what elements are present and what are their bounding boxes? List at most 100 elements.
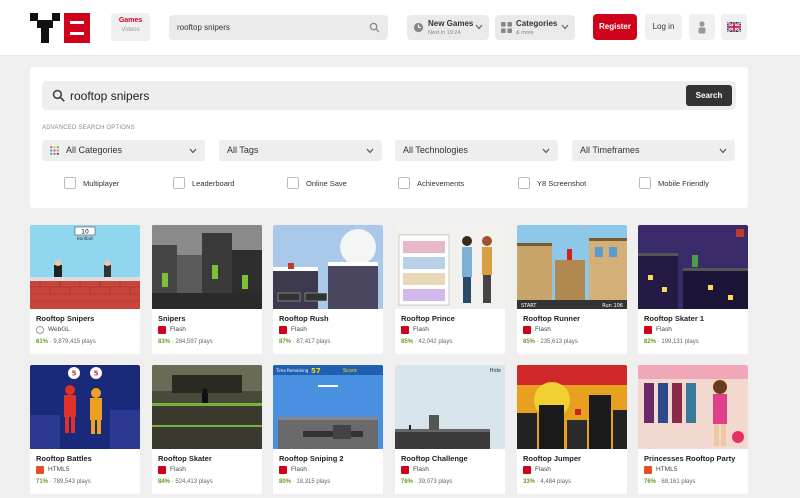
checkbox-box[interactable] bbox=[173, 177, 185, 189]
y8-logo[interactable] bbox=[30, 13, 92, 43]
game-card[interactable]: Snipers Flash 83% · 284,597 plays bbox=[152, 225, 262, 354]
game-card[interactable]: Rooftop Prince Flash 85% · 42,042 plays bbox=[395, 225, 505, 354]
flash-icon bbox=[401, 326, 409, 334]
webgl-icon bbox=[36, 326, 44, 334]
thumb-tag-text: Hide bbox=[490, 368, 501, 374]
game-title[interactable]: Rooftop Rush bbox=[279, 314, 329, 323]
game-card[interactable]: Time Remaining 57 Score Rooftop Sniping … bbox=[273, 365, 383, 494]
category-filter-dropdown[interactable]: All Categories bbox=[42, 140, 205, 161]
chevron-down-icon bbox=[366, 148, 374, 154]
play-count: 4,484 plays bbox=[540, 479, 572, 485]
technology-label: HTML5 bbox=[656, 466, 678, 473]
play-count: 39,073 plays bbox=[418, 479, 453, 485]
game-card[interactable]: Rooftop Skater 1 Flash 82% · 199,131 pla… bbox=[638, 225, 748, 354]
game-title[interactable]: Rooftop Snipers bbox=[36, 314, 94, 323]
timeframe-filter-label: All Timeframes bbox=[580, 145, 640, 155]
thumb-score-a: 5 bbox=[72, 370, 77, 378]
technology-label: Flash bbox=[656, 326, 672, 333]
game-thumbnail[interactable] bbox=[152, 365, 262, 449]
game-title[interactable]: Rooftop Sniping 2 bbox=[279, 454, 344, 463]
game-thumbnail[interactable] bbox=[273, 225, 383, 309]
mobile-friendly-label[interactable]: Mobile Friendly bbox=[658, 179, 709, 188]
rating: 81% bbox=[36, 339, 49, 345]
games-videos-toggle[interactable]: Games Videos bbox=[111, 13, 150, 41]
flash-icon bbox=[279, 466, 287, 474]
header-search-box[interactable] bbox=[169, 15, 388, 40]
game-card[interactable]: Rooftop Jumper Flash 33% · 4,484 plays bbox=[517, 365, 627, 494]
profile-button[interactable] bbox=[689, 14, 715, 40]
play-count: 87,417 plays bbox=[296, 339, 331, 345]
game-card[interactable]: Rooftop Skater Flash 84% · 524,413 plays bbox=[152, 365, 262, 494]
search-button[interactable]: Search bbox=[686, 85, 732, 106]
play-count: 42,042 plays bbox=[418, 339, 453, 345]
online-save-label[interactable]: Online Save bbox=[306, 179, 347, 188]
leaderboard-label[interactable]: Leaderboard bbox=[192, 179, 235, 188]
search-icon bbox=[52, 89, 65, 102]
play-count: 18,315 plays bbox=[296, 479, 331, 485]
timeframe-filter-dropdown[interactable]: All Timeframes bbox=[572, 140, 735, 161]
checkbox-box[interactable] bbox=[518, 177, 530, 189]
language-button[interactable] bbox=[721, 14, 747, 40]
main-search-input[interactable] bbox=[70, 87, 630, 105]
game-thumbnail[interactable]: Time Remaining 57 Score bbox=[273, 365, 383, 449]
game-card[interactable]: Princesses Rooftop Party HTML5 76% · 68,… bbox=[638, 365, 748, 494]
login-button[interactable]: Log in bbox=[645, 14, 682, 40]
tag-filter-dropdown[interactable]: All Tags bbox=[219, 140, 382, 161]
chevron-down-icon bbox=[189, 148, 197, 154]
game-stats: 84% · 524,413 plays bbox=[158, 479, 213, 485]
category-filter-label: All Categories bbox=[66, 145, 123, 155]
game-title[interactable]: Rooftop Challenge bbox=[401, 454, 468, 463]
game-title[interactable]: Snipers bbox=[158, 314, 186, 323]
technology-filter-dropdown[interactable]: All Technologies bbox=[395, 140, 558, 161]
flash-icon bbox=[158, 326, 166, 334]
register-button[interactable]: Register bbox=[593, 14, 637, 40]
game-title[interactable]: Rooftop Runner bbox=[523, 314, 580, 323]
videos-tab-label[interactable]: Videos bbox=[111, 27, 150, 33]
clock-icon bbox=[413, 22, 424, 33]
game-thumbnail[interactable] bbox=[395, 225, 505, 309]
search-icon[interactable] bbox=[369, 22, 380, 33]
game-thumbnail[interactable]: START Run 106 bbox=[517, 225, 627, 309]
game-stats: 87% · 87,417 plays bbox=[279, 339, 331, 345]
game-title[interactable]: Rooftop Skater bbox=[158, 454, 212, 463]
achievements-label[interactable]: Achievements bbox=[417, 179, 464, 188]
game-title[interactable]: Rooftop Prince bbox=[401, 314, 455, 323]
play-count: 284,597 plays bbox=[175, 339, 213, 345]
game-thumbnail[interactable] bbox=[152, 225, 262, 309]
game-stats: 83% · 284,597 plays bbox=[158, 339, 213, 345]
game-thumbnail[interactable]: Hide bbox=[395, 365, 505, 449]
game-thumbnail[interactable] bbox=[638, 225, 748, 309]
game-card[interactable]: START Run 106 Rooftop Runner Flash 85% ·… bbox=[517, 225, 627, 354]
main-search-box[interactable] bbox=[42, 81, 736, 110]
technology-label: Flash bbox=[535, 466, 551, 473]
checkbox-box[interactable] bbox=[64, 177, 76, 189]
play-count: 235,613 plays bbox=[540, 339, 578, 345]
game-thumbnail[interactable] bbox=[638, 365, 748, 449]
game-title[interactable]: Rooftop Skater 1 bbox=[644, 314, 704, 323]
game-title[interactable]: Rooftop Jumper bbox=[523, 454, 581, 463]
flash-icon bbox=[644, 326, 652, 334]
technology-label: HTML5 bbox=[48, 466, 70, 473]
game-thumbnail[interactable] bbox=[517, 365, 627, 449]
new-games-dropdown[interactable]: New Games Next in 19:24 bbox=[407, 15, 489, 40]
checkbox-box[interactable] bbox=[287, 177, 299, 189]
game-thumbnail[interactable]: 10 Hardball bbox=[30, 225, 140, 309]
game-card[interactable]: 10 Hardball Rooftop Snipers WebGL 81% · … bbox=[30, 225, 140, 354]
game-title[interactable]: Princesses Rooftop Party bbox=[644, 454, 735, 463]
game-card[interactable]: 5 5 Rooftop Battles HTML5 71% · 789,543 … bbox=[30, 365, 140, 494]
thumb-score-label: Score bbox=[343, 368, 357, 374]
game-card[interactable]: Hide Rooftop Challenge Flash 76% · 39,07… bbox=[395, 365, 505, 494]
header-search-input[interactable] bbox=[177, 20, 357, 35]
technology-filter-label: All Technologies bbox=[403, 145, 468, 155]
games-tab-label[interactable]: Games bbox=[111, 17, 150, 24]
checkbox-box[interactable] bbox=[398, 177, 410, 189]
game-title[interactable]: Rooftop Battles bbox=[36, 454, 92, 463]
categories-dropdown[interactable]: Categories & more bbox=[495, 15, 575, 40]
rating: 87% bbox=[279, 339, 292, 345]
y8-screenshot-label[interactable]: Y8 Screenshot bbox=[537, 179, 586, 188]
checkbox-box[interactable] bbox=[639, 177, 651, 189]
thumb-start-text: START bbox=[521, 303, 537, 309]
game-thumbnail[interactable]: 5 5 bbox=[30, 365, 140, 449]
multiplayer-label[interactable]: Multiplayer bbox=[83, 179, 119, 188]
game-card[interactable]: Rooftop Rush Flash 87% · 87,417 plays bbox=[273, 225, 383, 354]
